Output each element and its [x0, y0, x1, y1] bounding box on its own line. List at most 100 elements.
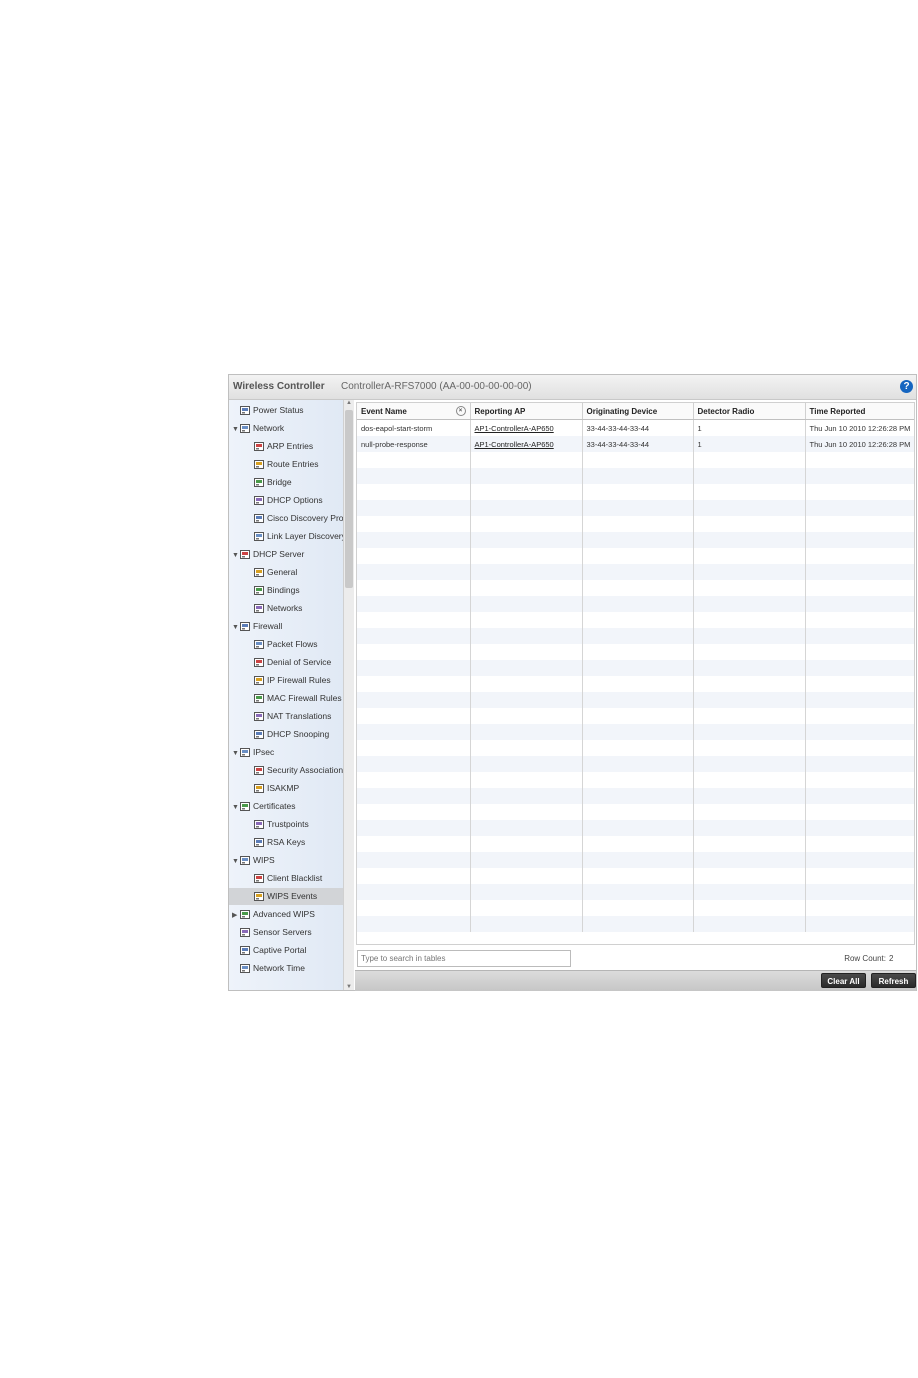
sidebar-item-rsa-keys[interactable]: RSA Keys — [229, 834, 305, 851]
collapse-arrow-icon[interactable]: ▼ — [232, 745, 240, 762]
sidebar-item-label: IPsec — [253, 747, 275, 757]
table-cell — [805, 628, 914, 644]
table-cell — [357, 868, 471, 884]
table-row[interactable]: dos-eapol-start-storm AP1-ControllerA-AP6… — [357, 419, 914, 436]
sidebar-item-ipsec[interactable]: ▼ IPsec — [229, 744, 274, 761]
table-cell — [470, 884, 583, 900]
sidebar-item-client-blacklist[interactable]: Client Blacklist — [229, 870, 322, 887]
table-cell — [357, 740, 471, 756]
table-cell — [357, 708, 471, 724]
packet-flows-icon — [254, 639, 265, 649]
column-header[interactable]: Time Reported — [805, 403, 914, 420]
table-cell — [805, 900, 914, 916]
power-status-icon — [240, 405, 251, 415]
route-entries-icon — [254, 459, 265, 469]
sidebar-item-power-status[interactable]: Power Status — [229, 402, 304, 419]
table-cell — [470, 852, 583, 868]
table-row[interactable]: null-probe-response AP1-ControllerA-AP650… — [357, 436, 914, 452]
sidebar-item-route-entries[interactable]: Route Entries — [229, 456, 319, 473]
table-cell — [357, 852, 471, 868]
sidebar-item-certificates[interactable]: ▼ Certificates — [229, 798, 296, 815]
table-cell — [357, 836, 471, 852]
empty-table-row — [357, 628, 914, 644]
table-cell — [357, 916, 471, 932]
collapse-arrow-icon[interactable]: ▼ — [232, 421, 240, 438]
security-associations-icon — [254, 765, 265, 775]
help-icon[interactable]: ? — [900, 380, 913, 393]
sidebar-item-advanced-wips[interactable]: ▶ Advanced WIPS — [229, 906, 315, 923]
refresh-button[interactable]: Refresh — [871, 973, 916, 988]
reporting-ap-link[interactable]: AP1-ControllerA-AP650 — [470, 436, 583, 452]
clear-all-button[interactable]: Clear All — [821, 973, 866, 988]
table-cell — [693, 596, 806, 612]
table-cell — [357, 596, 471, 612]
table-cell — [470, 676, 583, 692]
table-cell — [470, 612, 583, 628]
sidebar-item-isakmp[interactable]: ISAKMP — [229, 780, 299, 797]
arp-entries-icon — [254, 441, 265, 451]
sidebar-item-networks[interactable]: Networks — [229, 600, 302, 617]
column-header[interactable]: Reporting AP — [470, 403, 583, 420]
table-cell — [470, 836, 583, 852]
scrollbar-thumb[interactable] — [345, 410, 353, 588]
column-header[interactable]: Originating Device — [582, 403, 694, 420]
sidebar-item-network-time[interactable]: Network Time — [229, 960, 305, 977]
table-cell — [582, 484, 694, 500]
table-cell — [582, 788, 694, 804]
table-cell — [470, 532, 583, 548]
sidebar-item-security-associations[interactable]: Security Associations — [229, 762, 347, 779]
sidebar-item-label: Advanced WIPS — [253, 909, 315, 919]
scroll-down-icon[interactable]: ▼ — [344, 984, 354, 990]
sidebar-item-wips-events[interactable]: WIPS Events — [229, 888, 354, 905]
reporting-ap-link[interactable]: AP1-ControllerA-AP650 — [470, 419, 583, 436]
column-header-label: Reporting AP — [474, 406, 526, 416]
table-cell — [470, 772, 583, 788]
sidebar-scrollbar[interactable]: ▲ ▼ — [343, 400, 354, 990]
scroll-up-icon[interactable]: ▲ — [344, 400, 354, 406]
table-cell — [805, 580, 914, 596]
collapse-arrow-icon[interactable]: ▼ — [232, 619, 240, 636]
wireless-controller-window: Wireless Controller ControllerA-RFS7000 … — [228, 374, 917, 991]
column-header[interactable]: Detector Radio — [693, 403, 806, 420]
cdp-icon — [254, 513, 265, 523]
collapse-arrow-icon[interactable]: ▼ — [232, 799, 240, 816]
collapse-arrow-icon[interactable]: ▼ — [232, 547, 240, 564]
sidebar-item-arp-entries[interactable]: ARP Entries — [229, 438, 313, 455]
expand-arrow-icon[interactable]: ▶ — [232, 907, 240, 924]
sidebar-item-cdp[interactable]: Cisco Discovery Prot — [229, 510, 346, 527]
sidebar-item-dhcp-snooping[interactable]: DHCP Snooping — [229, 726, 329, 743]
sidebar-item-lldp[interactable]: Link Layer Discovery — [229, 528, 346, 545]
sidebar-item-wips[interactable]: ▼ WIPS — [229, 852, 275, 869]
sidebar-item-sensor-servers[interactable]: Sensor Servers — [229, 924, 312, 941]
sidebar-item-label: Bindings — [267, 585, 300, 595]
table-cell — [805, 804, 914, 820]
sidebar-item-denial-of-service[interactable]: Denial of Service — [229, 654, 331, 671]
sidebar-item-mac-firewall-rules[interactable]: MAC Firewall Rules — [229, 690, 342, 707]
search-input[interactable] — [357, 950, 571, 967]
table-cell — [805, 644, 914, 660]
column-header[interactable]: Event Name × — [357, 403, 471, 420]
sidebar-item-packet-flows[interactable]: Packet Flows — [229, 636, 318, 653]
column-filter-icon[interactable]: × — [455, 406, 466, 416]
collapse-arrow-icon[interactable]: ▼ — [232, 853, 240, 870]
sidebar-item-general[interactable]: General — [229, 564, 297, 581]
table-cell — [693, 660, 806, 676]
sidebar-item-ip-firewall-rules[interactable]: IP Firewall Rules — [229, 672, 331, 689]
sidebar-item-captive-portal[interactable]: Captive Portal — [229, 942, 306, 959]
sidebar-item-trustpoints[interactable]: Trustpoints — [229, 816, 309, 833]
nat-translations-icon — [254, 711, 265, 721]
sidebar-item-bridge[interactable]: Bridge — [229, 474, 292, 491]
sidebar-item-label: WIPS — [253, 855, 275, 865]
sidebar-item-nat-translations[interactable]: NAT Translations — [229, 708, 331, 725]
table-cell — [693, 612, 806, 628]
sidebar-item-dhcp-server[interactable]: ▼ DHCP Server — [229, 546, 304, 563]
sidebar-item-firewall[interactable]: ▼ Firewall — [229, 618, 282, 635]
sidebar-item-dhcp-options[interactable]: DHCP Options — [229, 492, 323, 509]
table-cell — [357, 724, 471, 740]
sidebar-item-network[interactable]: ▼ Network — [229, 420, 284, 437]
sidebar-item-bindings[interactable]: Bindings — [229, 582, 300, 599]
empty-table-row — [357, 676, 914, 692]
sidebar-item-label: General — [267, 567, 298, 577]
table-cell — [805, 788, 914, 804]
table-cell — [805, 820, 914, 836]
